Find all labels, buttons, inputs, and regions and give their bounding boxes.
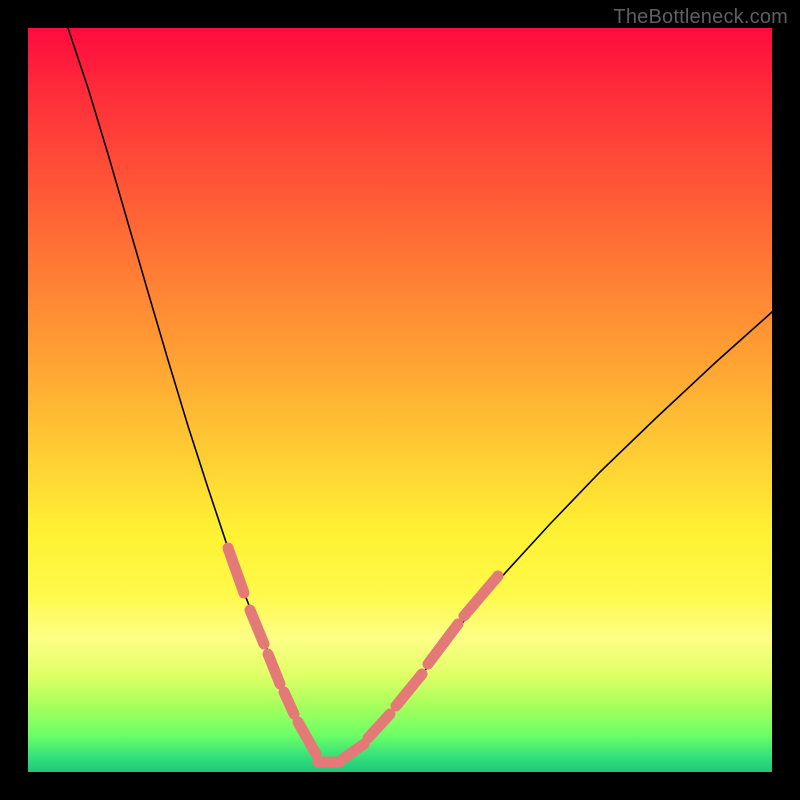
accent-left [250,610,264,644]
watermark-label: TheBottleneck.com [613,6,788,29]
plot-area [28,28,772,772]
chart-frame: TheBottleneck.com [0,0,800,800]
accent-left [298,722,316,754]
accent-segments [228,548,498,762]
accent-left [268,654,280,684]
accent-right [464,576,498,616]
accent-right [396,674,422,706]
bottleneck-curve [68,28,772,764]
accent-left [228,548,244,593]
accent-right [368,714,390,738]
accent-left [284,692,294,714]
curve-svg [28,28,772,772]
accent-right [428,624,458,664]
accent-right [344,744,364,758]
